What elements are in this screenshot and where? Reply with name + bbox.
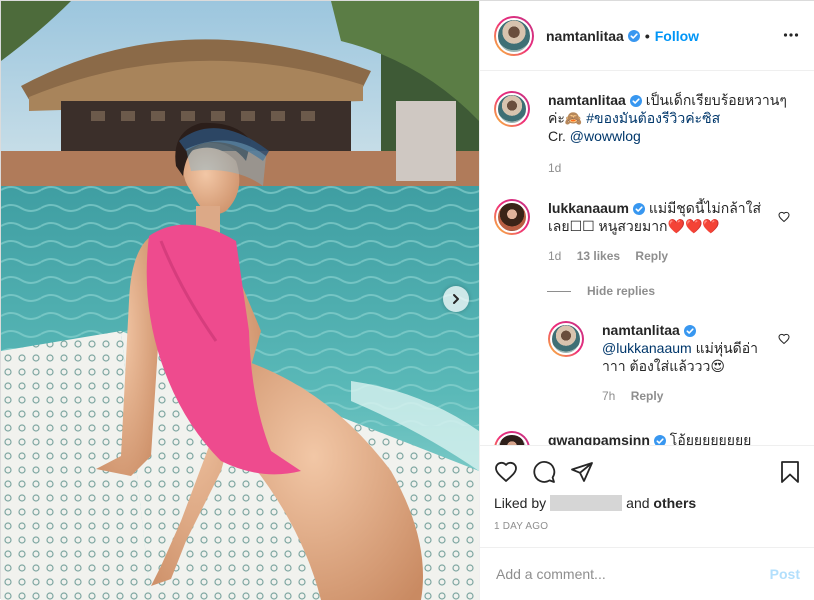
- author-avatar[interactable]: [494, 15, 534, 56]
- like-reply-heart-icon[interactable]: [778, 333, 790, 345]
- caption-time: 1d: [548, 161, 562, 175]
- caption-text: namtanlitaa เป็นเด็กเรียบร้อยหวานๆ ค่ะ🙈 …: [548, 91, 788, 177]
- reply-text: namtanlitaa @lukkanaaum แม่หุ่นดีอ่า าาา…: [602, 321, 772, 405]
- reply-reply-button[interactable]: Reply: [631, 389, 664, 403]
- liked-by-prefix: Liked by: [494, 495, 547, 511]
- post-comment-button[interactable]: Post: [770, 566, 800, 582]
- comments-list[interactable]: namtanlitaa เป็นเด็กเรียบร้อยหวานๆ ค่ะ🙈 …: [480, 73, 814, 445]
- hide-replies-toggle[interactable]: Hide replies: [547, 284, 655, 298]
- comment-time: 1d: [548, 249, 562, 263]
- post-actions: Liked by and others 1 DAY AGO: [480, 445, 814, 547]
- caption-hashtag[interactable]: #ของมันต้องรีวิวค่ะซิส: [586, 110, 720, 126]
- partial-comment-username[interactable]: gwangpamsinn: [548, 432, 650, 445]
- reply-item: namtanlitaa @lukkanaaum แม่หุ่นดีอ่า าาา…: [548, 321, 772, 405]
- post-header: namtanlitaa • Follow: [480, 1, 814, 71]
- comment-likes[interactable]: 13 likes: [577, 249, 620, 263]
- partial-comment-text: gwangpamsinn โอ้ยยยยยยยย: [548, 431, 751, 445]
- comment-line2: เลย☐☐ หนูสวยมาก❤️❤️❤️: [548, 218, 720, 234]
- save-bookmark-icon[interactable]: [778, 460, 802, 484]
- comment-avatar[interactable]: [494, 199, 530, 235]
- verified-badge-icon: [653, 435, 666, 445]
- more-options-icon[interactable]: [783, 27, 799, 43]
- reply-username[interactable]: namtanlitaa: [602, 322, 680, 338]
- reply-avatar[interactable]: [548, 321, 584, 357]
- comment-username[interactable]: lukkanaaum: [548, 200, 629, 216]
- reply-mention[interactable]: @lukkanaaum: [602, 340, 692, 356]
- chevron-right-icon: [453, 294, 459, 304]
- reply-line1: แม่หุ่นดีอ่า: [691, 340, 759, 356]
- post-photo: [1, 1, 479, 600]
- author-username[interactable]: namtanlitaa: [546, 28, 624, 44]
- post-side-panel: namtanlitaa • Follow namtanlitaa เป็นเด็…: [479, 1, 814, 600]
- separator-dot: •: [644, 27, 650, 44]
- caption-credit-prefix: Cr.: [548, 128, 570, 144]
- comment-reply-button[interactable]: Reply: [635, 249, 668, 263]
- comment-bubble-icon[interactable]: [532, 460, 556, 484]
- caption-avatar[interactable]: [494, 91, 530, 127]
- comment-item-partial: gwangpamsinn โอ้ยยยยยยยย: [494, 431, 751, 445]
- comment-line1: แม่มีชุดนี้ไม่กล้าใส่: [648, 200, 762, 216]
- like-heart-icon[interactable]: [494, 460, 518, 484]
- post-dialog: namtanlitaa • Follow namtanlitaa เป็นเด็…: [0, 0, 814, 600]
- caption-credit-mention[interactable]: @wowwlog: [570, 128, 641, 144]
- caption-username[interactable]: namtanlitaa: [548, 92, 626, 108]
- add-comment-input[interactable]: [496, 566, 770, 582]
- posted-time[interactable]: 1 DAY AGO: [494, 521, 802, 532]
- verified-badge-icon: [632, 203, 645, 215]
- divider-line: [547, 290, 571, 292]
- comment-text: lukkanaaum แม่มีชุดนี้ไม่กล้าใส่ เลย☐☐ ห…: [548, 199, 763, 265]
- liked-by-username-redacted[interactable]: [550, 495, 623, 511]
- liked-by-others[interactable]: others: [653, 495, 696, 511]
- hide-replies-label[interactable]: Hide replies: [587, 284, 655, 298]
- action-icons: [494, 446, 802, 498]
- caption-meta: 1d: [548, 159, 788, 177]
- reply-line2: าาา ต้องใส่แล้ววว😍: [602, 358, 725, 374]
- liked-by: Liked by and others: [494, 495, 802, 511]
- caption-line2: ค่ะ🙈: [548, 110, 587, 126]
- verified-badge-icon: [683, 325, 696, 337]
- comment-avatar[interactable]: [494, 431, 530, 445]
- partial-comment-line: โอ้ยยยยยยยย: [669, 432, 752, 445]
- liked-by-and: and: [626, 495, 650, 511]
- reply-meta: 7h Reply: [602, 387, 772, 405]
- caption: namtanlitaa เป็นเด็กเรียบร้อยหวานๆ ค่ะ🙈 …: [494, 91, 788, 177]
- comment-meta: 1d 13 likes Reply: [548, 247, 763, 265]
- next-photo-button[interactable]: [443, 286, 469, 312]
- caption-line1: เป็นเด็กเรียบร้อยหวานๆ: [645, 92, 787, 108]
- reply-time: 7h: [602, 389, 616, 403]
- share-paper-plane-icon[interactable]: [570, 460, 594, 484]
- comment-item: lukkanaaum แม่มีชุดนี้ไม่กล้าใส่ เลย☐☐ ห…: [494, 199, 763, 265]
- pool-photo-illustration: [1, 1, 479, 600]
- verified-badge-icon: [629, 95, 642, 107]
- follow-button[interactable]: Follow: [655, 28, 699, 44]
- like-comment-heart-icon[interactable]: [778, 211, 790, 223]
- verified-badge-icon: [627, 29, 640, 42]
- add-comment-bar: Post: [480, 547, 814, 600]
